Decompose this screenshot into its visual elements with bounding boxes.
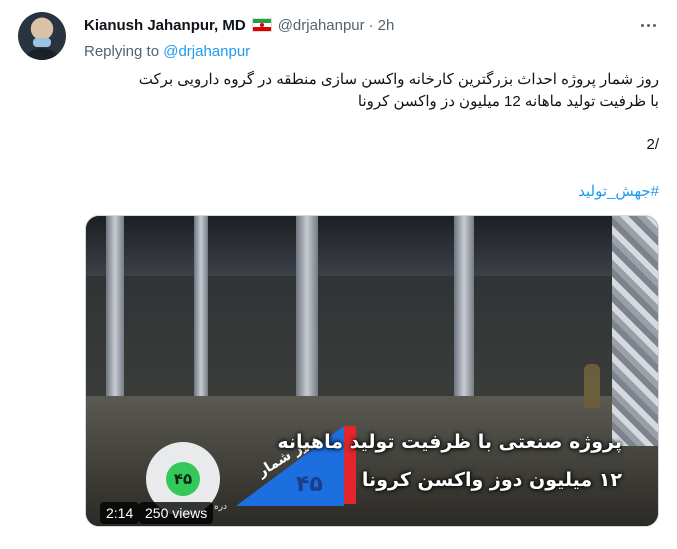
face-mask-graphic xyxy=(33,38,51,47)
reply-mention-link[interactable]: @drjahanpur xyxy=(163,43,250,60)
video-pillar xyxy=(296,216,318,416)
video-duration-badge: 2:14 xyxy=(100,502,140,524)
video-worker-figure xyxy=(584,364,600,408)
countdown-circle-number: ۴۵ xyxy=(166,462,200,496)
suit-graphic xyxy=(22,48,62,60)
avatar[interactable] xyxy=(18,12,66,60)
iran-flag-icon xyxy=(251,18,272,32)
replying-to: Replying to @drjahanpur xyxy=(84,43,250,60)
banner-line-1: پروژه صنعتی با ظرفیت تولید ماهیانه xyxy=(277,431,622,453)
video-foil-wall xyxy=(612,216,658,446)
thread-counter: 2/ xyxy=(646,136,659,153)
more-options-icon[interactable] xyxy=(637,14,659,36)
separator-dot: · xyxy=(368,16,374,34)
tweet-header: Kianush Jahanpur, MD @drjahanpur · 2h xyxy=(84,14,394,36)
tweet[interactable]: Kianush Jahanpur, MD @drjahanpur · 2h Re… xyxy=(0,0,677,549)
video-pillar xyxy=(454,216,474,416)
replying-prefix: Replying to xyxy=(84,43,164,60)
countdown-number: ۴۵ xyxy=(296,472,323,497)
video-pillar xyxy=(106,216,124,416)
video-ceiling-bg xyxy=(86,216,658,276)
author-handle[interactable]: @drjahanpur xyxy=(278,17,365,34)
author-name[interactable]: Kianush Jahanpur, MD xyxy=(84,17,246,34)
video-pillar xyxy=(194,216,208,416)
tweet-timestamp[interactable]: 2h xyxy=(378,17,395,34)
banner-line-2: ۱۲ میلیون دوز واکسن کرونا xyxy=(361,469,622,491)
tweet-text-line-1: روز شمار پروژه احداث بزرگترین کارخانه وا… xyxy=(138,71,659,88)
hashtag-link[interactable]: #جهش_تولید xyxy=(84,181,659,203)
countdown-circle-label: دره xyxy=(214,502,228,512)
video-player[interactable]: ۴۵ دره روز شمار ۴۵ پروژه صنعتی با ظرفیت … xyxy=(85,215,659,527)
tweet-text-line-2: با ظرفیت تولید ماهانه 12 میلیون دز واکسن… xyxy=(357,93,659,110)
video-views-badge: 250 views xyxy=(139,502,214,524)
